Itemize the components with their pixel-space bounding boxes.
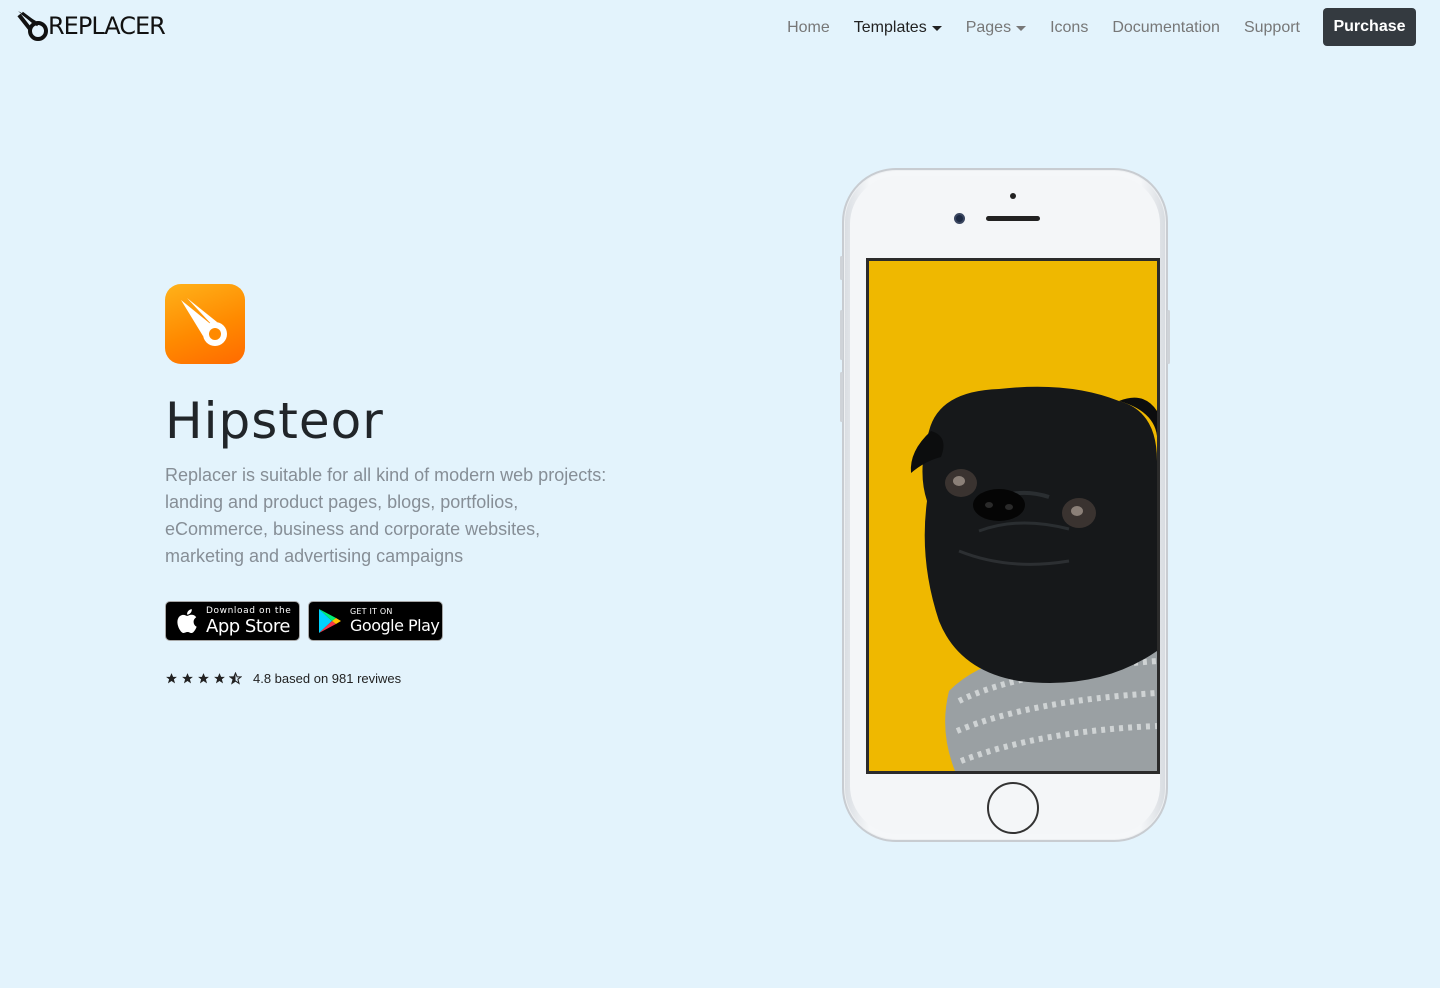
star-icon bbox=[198, 673, 209, 684]
star-half-icon bbox=[229, 672, 242, 685]
earpiece-speaker bbox=[986, 216, 1040, 221]
caret-down-icon bbox=[1016, 25, 1027, 31]
google-play-icon bbox=[319, 609, 341, 633]
apple-icon bbox=[177, 609, 197, 634]
nav-item-support[interactable]: Support bbox=[1232, 19, 1312, 37]
rating: 4.8 based on 981 reviwes bbox=[165, 671, 401, 686]
store-buttons: Download on the App Store GET IT ON Goog… bbox=[165, 601, 443, 641]
navbar: REPLACER Home Templates Pages Icons Docu… bbox=[0, 0, 1440, 56]
nav-item-label: Pages bbox=[965, 19, 1012, 36]
volume-down-button bbox=[840, 372, 843, 422]
app-store-big-text: App Store bbox=[206, 615, 290, 637]
meteor-icon bbox=[181, 298, 227, 346]
purchase-button[interactable]: Purchase bbox=[1323, 8, 1416, 46]
nav-item-icons[interactable]: Icons bbox=[1038, 19, 1100, 37]
nav-item-home[interactable]: Home bbox=[775, 19, 842, 37]
app-store-small-text: Download on the bbox=[206, 605, 292, 616]
google-play-big-text: Google Play bbox=[350, 616, 440, 635]
front-camera-icon bbox=[954, 213, 965, 224]
phone-mockup bbox=[840, 168, 1170, 842]
proximity-sensor bbox=[1010, 193, 1016, 199]
rating-text: 4.8 based on 981 reviwes bbox=[253, 671, 402, 686]
home-button bbox=[987, 782, 1039, 834]
google-play-small-text: GET IT ON bbox=[350, 607, 393, 616]
google-play-button[interactable]: GET IT ON Google Play bbox=[308, 601, 443, 641]
phone-face bbox=[850, 176, 1160, 834]
meteor-logo-icon bbox=[17, 11, 48, 41]
rating-stars bbox=[165, 672, 245, 685]
power-button bbox=[1167, 310, 1170, 364]
app-description: Replacer is suitable for all kind of mod… bbox=[165, 465, 607, 566]
nav-item-pages[interactable]: Pages bbox=[954, 19, 1038, 37]
nav-links: Home Templates Pages Icons Documentation… bbox=[775, 0, 1312, 56]
star-icon bbox=[214, 673, 225, 684]
mute-switch bbox=[840, 256, 843, 280]
nav-item-documentation[interactable]: Documentation bbox=[1100, 19, 1232, 37]
nav-item-label: Documentation bbox=[1112, 19, 1220, 36]
nav-item-label: Templates bbox=[853, 19, 927, 36]
caret-down-icon bbox=[931, 25, 942, 31]
brand-logo[interactable]: REPLACER bbox=[16, 8, 166, 44]
pug-photo bbox=[869, 261, 1157, 771]
star-icon bbox=[182, 673, 193, 684]
nav-item-templates[interactable]: Templates bbox=[842, 19, 954, 37]
volume-up-button bbox=[840, 310, 843, 360]
app-store-button[interactable]: Download on the App Store bbox=[165, 601, 300, 641]
nav-item-label: Support bbox=[1243, 19, 1300, 36]
brand-name: REPLACER bbox=[48, 12, 166, 40]
app-title: Hipsteor bbox=[165, 392, 384, 450]
star-icon bbox=[166, 673, 177, 684]
nav-item-label: Icons bbox=[1050, 19, 1089, 36]
app-icon bbox=[165, 284, 245, 364]
nav-item-label: Home bbox=[787, 19, 830, 36]
phone-screen bbox=[866, 258, 1160, 774]
